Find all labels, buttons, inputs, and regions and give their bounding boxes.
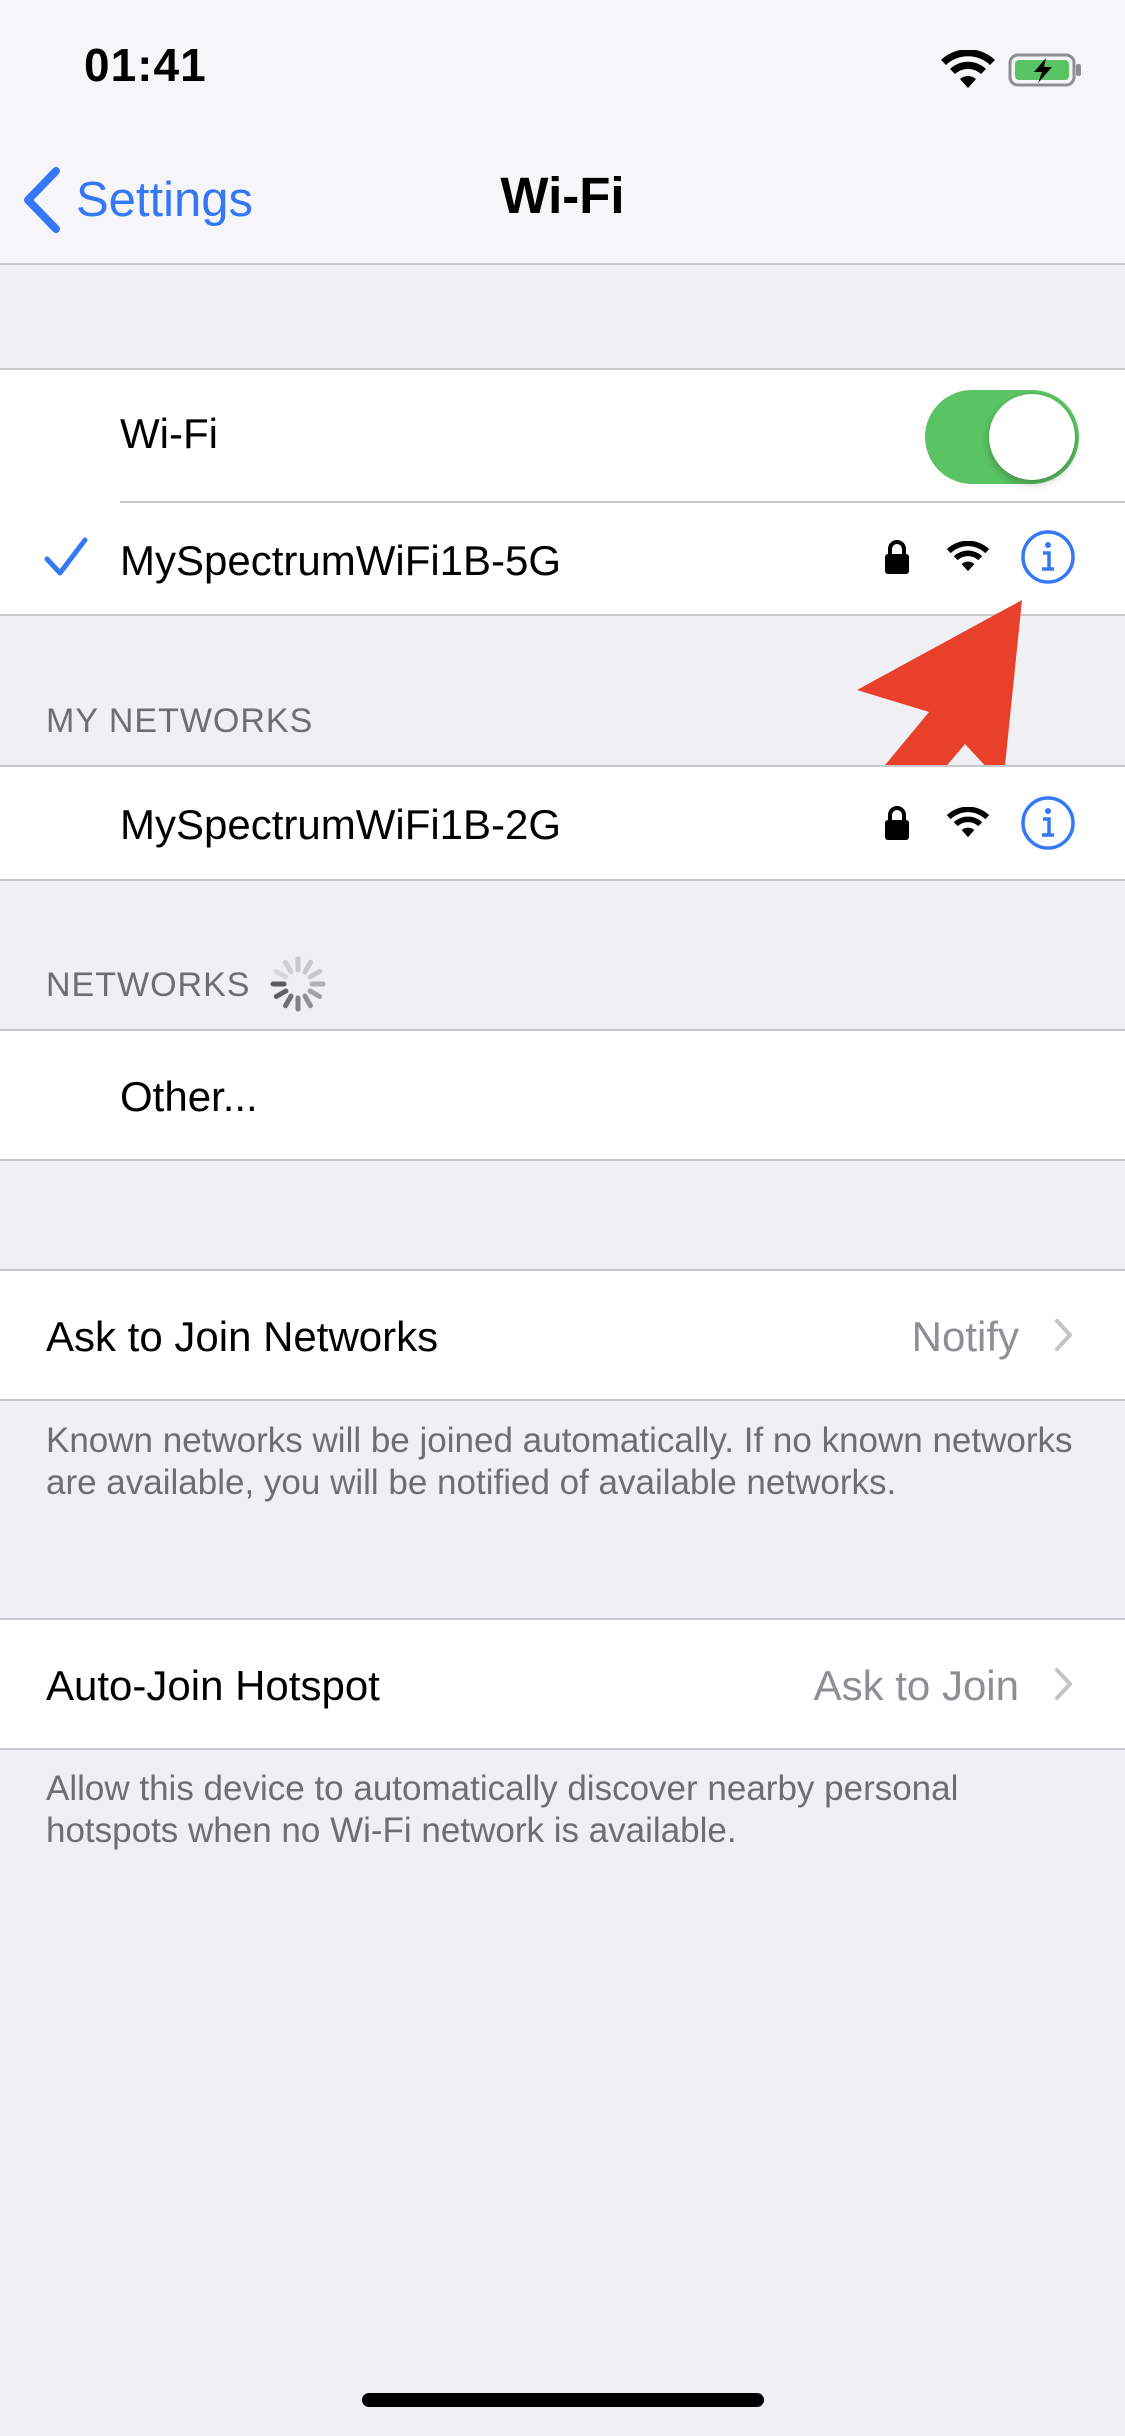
ask-to-join-label: Ask to Join Networks (46, 1313, 439, 1360)
status-time: 01:41 (84, 39, 207, 91)
auto-join-hotspot-label: Auto-Join Hotspot (46, 1662, 380, 1709)
wifi-signal-icon (946, 541, 990, 572)
lock-icon (885, 540, 909, 574)
wifi-toggle-switch[interactable] (925, 390, 1079, 484)
info-icon[interactable] (1020, 529, 1076, 585)
networks-group: Other... (0, 1029, 1125, 1161)
ask-to-join-group: Ask to Join Networks Notify (0, 1269, 1125, 1401)
wifi-signal-icon (946, 807, 990, 838)
checkmark-icon (44, 537, 88, 576)
loading-spinner-icon (270, 956, 326, 1012)
annotation-arrow-icon (857, 600, 1022, 807)
auto-join-hotspot-value: Ask to Join (813, 1662, 1019, 1709)
info-icon[interactable] (1020, 795, 1076, 851)
wifi-signal-icon (941, 50, 995, 88)
wifi-toggle-label: Wi-Fi (120, 410, 218, 457)
connected-network-name: MySpectrumWiFi1B-5G (120, 537, 562, 584)
wifi-toggle-row: Wi-Fi (0, 370, 1125, 500)
battery-charging-icon (1008, 53, 1081, 87)
page-title: Wi-Fi (500, 167, 625, 224)
connected-network-row[interactable]: MySpectrumWiFi1B-5G (0, 503, 1125, 616)
network-name: MySpectrumWiFi1B-2G (120, 801, 562, 848)
ask-to-join-row[interactable]: Ask to Join Networks Notify (0, 1271, 1125, 1399)
other-network-label: Other... (120, 1073, 258, 1120)
my-networks-header: MY NETWORKS (46, 702, 314, 740)
networks-header: NETWORKS (46, 966, 251, 1004)
ask-to-join-value: Notify (911, 1313, 1019, 1360)
wifi-group: Wi-Fi MySpectrumWiFi1B-5G (0, 368, 1125, 616)
other-network-row[interactable]: Other... (0, 1031, 1125, 1159)
chevron-right-icon (1055, 1319, 1072, 1351)
auto-join-hotspot-footer: Allow this device to automatically disco… (46, 1769, 959, 1850)
auto-join-hotspot-group: Auto-Join Hotspot Ask to Join (0, 1618, 1125, 1750)
network-row[interactable]: MySpectrumWiFi1B-2G (0, 767, 1125, 879)
home-indicator[interactable] (362, 2393, 764, 2407)
auto-join-hotspot-row[interactable]: Auto-Join Hotspot Ask to Join (0, 1620, 1125, 1748)
ask-to-join-footer: Known networks will be joined automatica… (46, 1421, 1073, 1502)
lock-icon (885, 806, 909, 840)
toggle-knob (989, 394, 1075, 480)
my-networks-group: MySpectrumWiFi1B-2G (0, 765, 1125, 881)
chevron-right-icon (1055, 1668, 1072, 1700)
